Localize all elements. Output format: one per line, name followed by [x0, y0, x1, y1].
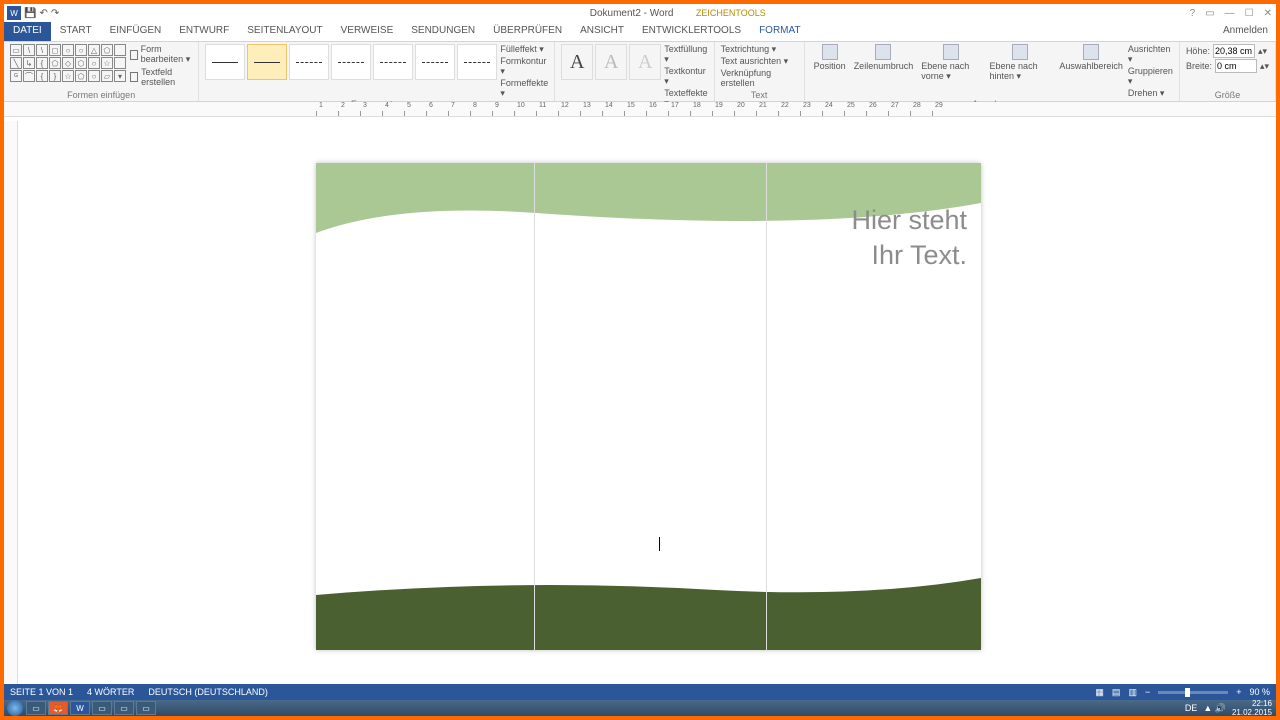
maximize-icon[interactable]: ☐ — [1245, 8, 1254, 19]
textbox-button[interactable]: Textfeld erstellen — [130, 67, 192, 87]
qat-redo-icon[interactable]: ↷ — [51, 8, 59, 19]
status-words[interactable]: 4 WÖRTER — [87, 687, 134, 697]
shape-outline-button[interactable]: Formkontur ▾ — [500, 56, 548, 77]
tab-entwurf[interactable]: ENTWURF — [170, 22, 238, 41]
tray-time[interactable]: 22:16 — [1252, 700, 1272, 708]
tab-ueberpruefen[interactable]: ÜBERPRÜFEN — [484, 22, 571, 41]
view-web-icon[interactable]: ▥ — [1128, 687, 1137, 698]
align-button[interactable]: Ausrichten ▾ — [1128, 44, 1173, 65]
qat-undo-icon[interactable]: ↶ — [39, 8, 47, 19]
tab-verweise[interactable]: VERWEISE — [332, 22, 403, 41]
edit-shape-button[interactable]: Form bearbeiten ▾ — [130, 44, 192, 65]
help-icon[interactable]: ? — [1190, 8, 1196, 19]
group-shapes: ▭\\◻○○△⬠ ╲↳{⬠◇⬡○☆ ᴳ⌒{}☆⬠○▱▾ Form bearbei… — [4, 42, 199, 101]
close-icon[interactable]: ✕ — [1264, 8, 1272, 19]
task-explorer[interactable]: ▭ — [26, 701, 46, 715]
shapes-gallery[interactable]: ▭\\◻○○△⬠ ╲↳{⬠◇⬡○☆ ᴳ⌒{}☆⬠○▱▾ — [10, 44, 126, 82]
minimize-icon[interactable]: — — [1225, 8, 1235, 19]
tab-start[interactable]: START — [51, 22, 101, 41]
shape-styles-gallery[interactable] — [205, 44, 497, 80]
position-button[interactable]: Position — [811, 44, 849, 71]
text-cursor — [659, 537, 660, 551]
qat-save-icon[interactable]: 💾 — [24, 8, 36, 19]
ribbon-options-icon[interactable]: ▭ — [1205, 8, 1214, 19]
document-area[interactable]: Hier steht Ihr Text. — [4, 121, 1262, 684]
group-arrange: Position Zeilenumbruch Ebene nach vorne … — [805, 42, 1180, 101]
width-spinner[interactable]: ▴▾ — [1260, 61, 1269, 72]
send-backward-button[interactable]: Ebene nach hinten ▾ — [987, 44, 1055, 82]
width-input[interactable] — [1215, 59, 1257, 73]
fold-line-1 — [534, 163, 535, 650]
tab-datei[interactable]: DATEI — [4, 22, 51, 41]
text-outline-button[interactable]: Textkontur ▾ — [664, 66, 707, 87]
zoom-level[interactable]: 90 % — [1249, 687, 1270, 697]
status-lang[interactable]: DEUTSCH (DEUTSCHLAND) — [148, 687, 268, 697]
taskbar: ▭ 🦊 W ▭ ▭ ▭ DE ▲ 🔊 22:16 21.02.2015 — [4, 700, 1276, 716]
bring-forward-button[interactable]: Ebene nach vorne ▾ — [918, 44, 984, 82]
context-tab-title: ZEICHENTOOLS — [696, 8, 766, 18]
status-bar: SEITE 1 VON 1 4 WÖRTER DEUTSCH (DEUTSCHL… — [4, 684, 1276, 700]
tray-icons[interactable]: ▲ 🔊 — [1203, 703, 1226, 714]
status-page[interactable]: SEITE 1 VON 1 — [10, 687, 73, 697]
group-shape-styles: Fülleffekt ▾ Formkontur ▾ Formeffekte ▾ … — [199, 42, 555, 101]
view-read-icon[interactable]: ▤ — [1112, 687, 1121, 698]
selection-pane-button[interactable]: Auswahlbereich — [1056, 44, 1126, 71]
task-app1[interactable]: ▭ — [92, 701, 112, 715]
text-fill-button[interactable]: Textfüllung ▾ — [664, 44, 707, 65]
tab-ansicht[interactable]: ANSICHT — [571, 22, 633, 41]
shape-effects-button[interactable]: Formeffekte ▾ — [500, 78, 548, 99]
shape-fill-button[interactable]: Fülleffekt ▾ — [500, 44, 548, 55]
vertical-ruler[interactable] — [4, 121, 18, 684]
bottom-shape — [316, 570, 981, 650]
task-word[interactable]: W — [70, 701, 90, 715]
view-print-icon[interactable]: ▦ — [1095, 687, 1104, 698]
text-direction-button[interactable]: Textrichtung ▾ — [721, 44, 798, 55]
title-bar: W 💾 ↶ ↷ Dokument2 - Word ZEICHENTOOLS ? … — [4, 4, 1276, 22]
start-button[interactable] — [7, 700, 23, 716]
group-text: Textrichtung ▾ Text ausrichten ▾ Verknüp… — [715, 42, 805, 101]
wrap-button[interactable]: Zeilenumbruch — [851, 44, 917, 71]
signin-link[interactable]: Anmelden — [1215, 22, 1276, 41]
zoom-in-button[interactable]: + — [1236, 687, 1241, 697]
tab-seitenlayout[interactable]: SEITENLAYOUT — [238, 22, 331, 41]
text-align-button[interactable]: Text ausrichten ▾ — [721, 56, 798, 67]
task-firefox[interactable]: 🦊 — [48, 701, 68, 715]
group-size: Höhe:▴▾ Breite:▴▾ Größe — [1180, 42, 1276, 101]
create-link-button[interactable]: Verknüpfung erstellen — [721, 68, 798, 88]
rotate-button[interactable]: Drehen ▾ — [1128, 88, 1173, 99]
zoom-slider[interactable] — [1158, 691, 1228, 694]
placeholder-text[interactable]: Hier steht Ihr Text. — [851, 203, 967, 273]
horizontal-ruler[interactable]: 1234567891011121314151617181920212223242… — [4, 102, 1276, 117]
height-input[interactable] — [1213, 44, 1255, 58]
tab-format[interactable]: FORMAT — [750, 22, 809, 41]
page[interactable]: Hier steht Ihr Text. — [316, 163, 981, 650]
tray-date[interactable]: 21.02.2015 — [1232, 709, 1272, 717]
ribbon: ▭\\◻○○△⬠ ╲↳{⬠◇⬡○☆ ᴳ⌒{}☆⬠○▱▾ Form bearbei… — [4, 42, 1276, 102]
word-icon: W — [7, 6, 21, 20]
tab-einfuegen[interactable]: EINFÜGEN — [101, 22, 171, 41]
height-spinner[interactable]: ▴▾ — [1258, 46, 1267, 57]
zoom-out-button[interactable]: − — [1145, 687, 1150, 697]
tab-sendungen[interactable]: SENDUNGEN — [402, 22, 484, 41]
tray-lang[interactable]: DE — [1185, 703, 1198, 713]
ribbon-tabs: DATEI START EINFÜGEN ENTWURF SEITENLAYOU… — [4, 22, 1276, 42]
wordart-gallery[interactable]: AAA — [561, 44, 661, 80]
task-app3[interactable]: ▭ — [136, 701, 156, 715]
fold-line-2 — [766, 163, 767, 650]
task-app2[interactable]: ▭ — [114, 701, 134, 715]
group-button[interactable]: Gruppieren ▾ — [1128, 66, 1173, 87]
group-wordart: AAA Textfüllung ▾ Textkontur ▾ Texteffek… — [555, 42, 714, 101]
tab-entwickler[interactable]: ENTWICKLERTOOLS — [633, 22, 750, 41]
document-title: Dokument2 - Word — [590, 8, 674, 19]
